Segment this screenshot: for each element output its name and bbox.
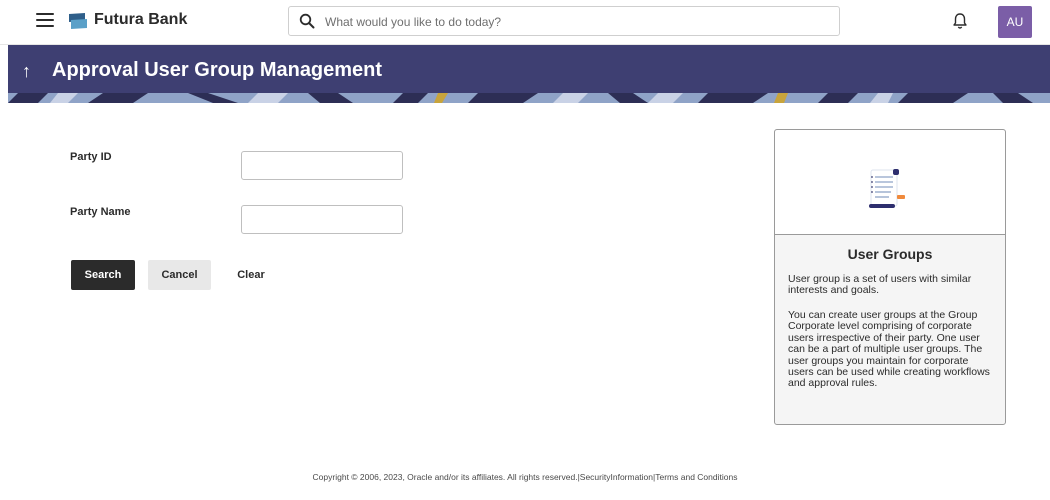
card-illustration (775, 130, 1005, 235)
security-information-link[interactable]: |SecurityInformation| (578, 472, 656, 482)
back-arrow-icon[interactable]: ↑ (22, 61, 31, 82)
menu-icon[interactable] (36, 13, 54, 27)
search-icon (299, 13, 315, 29)
page-title: Approval User Group Management (52, 59, 383, 81)
cancel-button[interactable]: Cancel (148, 260, 211, 290)
card-paragraph-2: You can create user groups at the Group … (788, 309, 990, 390)
top-header: Futura Bank AU (0, 0, 1050, 45)
party-name-label: Party Name (70, 206, 131, 218)
document-list-icon (869, 169, 905, 208)
bank-logo-icon (69, 13, 87, 29)
global-search[interactable] (288, 6, 840, 36)
banner-pattern (8, 93, 1050, 103)
party-name-input[interactable] (241, 205, 403, 234)
copyright-text: Copyright © 2006, 2023, Oracle and/or it… (312, 472, 578, 482)
search-input[interactable] (323, 11, 827, 33)
search-button[interactable]: Search (71, 260, 135, 290)
user-avatar[interactable]: AU (998, 6, 1032, 38)
page-footer: Copyright © 2006, 2023, Oracle and/or it… (0, 472, 1050, 482)
card-paragraph-1: User group is a set of users with simila… (788, 273, 972, 297)
clear-button[interactable]: Clear (228, 260, 274, 290)
notification-bell-icon[interactable] (952, 12, 968, 30)
user-groups-info-card: User Groups User group is a set of users… (774, 129, 1006, 425)
page-header-banner: ↑ Approval User Group Management (8, 45, 1050, 103)
party-id-label: Party ID (70, 151, 112, 163)
terms-and-conditions-link[interactable]: Terms and Conditions (655, 472, 737, 482)
party-id-input[interactable] (241, 151, 403, 180)
bank-name: Futura Bank (94, 11, 188, 28)
card-title: User Groups (847, 246, 933, 262)
